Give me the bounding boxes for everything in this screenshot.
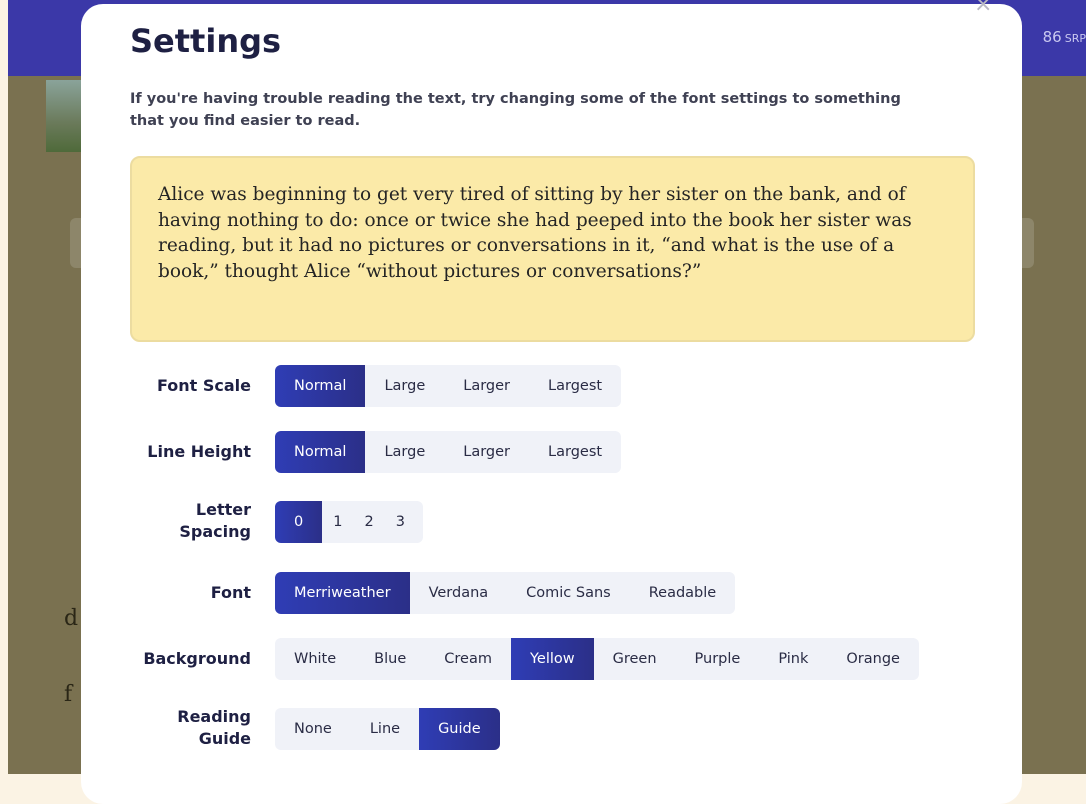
letter-spacing-label-line1: Letter	[195, 500, 251, 519]
font-option-comic-sans[interactable]: Comic Sans	[507, 572, 630, 614]
reading-guide-options: None Line Guide	[275, 708, 500, 750]
modal-title: Settings	[130, 22, 282, 60]
reading-guide-label: Reading Guide	[177, 706, 251, 750]
font-scale-option-larger[interactable]: Larger	[444, 365, 529, 407]
background-option-green[interactable]: Green	[594, 638, 676, 680]
line-height-option-normal[interactable]: Normal	[275, 431, 366, 473]
letter-spacing-option-2[interactable]: 2	[353, 501, 384, 543]
reading-guide-option-none[interactable]: None	[275, 708, 351, 750]
reading-guide-option-line[interactable]: Line	[351, 708, 419, 750]
font-options: Merriweather Verdana Comic Sans Readable	[275, 572, 736, 614]
letter-spacing-label-line2: Spacing	[179, 522, 251, 541]
close-icon[interactable]: ×	[974, 0, 992, 16]
book-cover-thumbnail	[46, 80, 84, 152]
reading-guide-label-line1: Reading	[177, 707, 251, 726]
background-label: Background	[143, 649, 251, 668]
srp-counter: 86 SRP	[1043, 28, 1086, 46]
line-height-option-larger[interactable]: Larger	[444, 431, 529, 473]
background-option-white[interactable]: White	[275, 638, 355, 680]
line-height-label: Line Height	[147, 442, 251, 461]
srp-unit: SRP	[1064, 32, 1086, 45]
reading-guide-option-guide[interactable]: Guide	[419, 708, 500, 750]
font-scale-option-largest[interactable]: Largest	[529, 365, 621, 407]
background-option-pink[interactable]: Pink	[759, 638, 827, 680]
font-option-merriweather[interactable]: Merriweather	[275, 572, 410, 614]
line-height-options: Normal Large Larger Largest	[275, 431, 622, 473]
srp-value: 86	[1042, 28, 1062, 46]
font-scale-options: Normal Large Larger Largest	[275, 365, 622, 407]
background-option-yellow[interactable]: Yellow	[510, 638, 594, 680]
letter-spacing-options: 0 1 2 3	[275, 501, 423, 543]
background-options: White Blue Cream Yellow Green Purple Pin…	[275, 638, 919, 680]
letter-spacing-option-3[interactable]: 3	[385, 501, 423, 543]
line-height-option-largest[interactable]: Largest	[529, 431, 621, 473]
letter-spacing-label: Letter Spacing	[179, 499, 251, 543]
background-text-fragment: f	[64, 682, 73, 707]
font-scale-label: Font Scale	[156, 376, 251, 395]
background-option-blue[interactable]: Blue	[355, 638, 425, 680]
background-option-purple[interactable]: Purple	[676, 638, 760, 680]
line-height-option-large[interactable]: Large	[365, 431, 444, 473]
font-scale-option-normal[interactable]: Normal	[275, 365, 366, 407]
modal-intro: If you're having trouble reading the tex…	[130, 91, 901, 129]
font-option-readable[interactable]: Readable	[630, 572, 735, 614]
letter-spacing-option-0[interactable]: 0	[275, 501, 323, 543]
font-label: Font	[210, 583, 251, 602]
sample-text: Alice was beginning to get very tired of…	[158, 184, 912, 282]
font-option-verdana[interactable]: Verdana	[410, 572, 508, 614]
background-text-fragment: d	[64, 606, 79, 631]
reading-guide-label-line2: Guide	[198, 729, 251, 748]
font-scale-option-large[interactable]: Large	[365, 365, 444, 407]
sample-text-preview: Alice was beginning to get very tired of…	[130, 156, 975, 342]
background-option-cream[interactable]: Cream	[425, 638, 511, 680]
background-option-orange[interactable]: Orange	[827, 638, 919, 680]
letter-spacing-option-1[interactable]: 1	[322, 501, 353, 543]
